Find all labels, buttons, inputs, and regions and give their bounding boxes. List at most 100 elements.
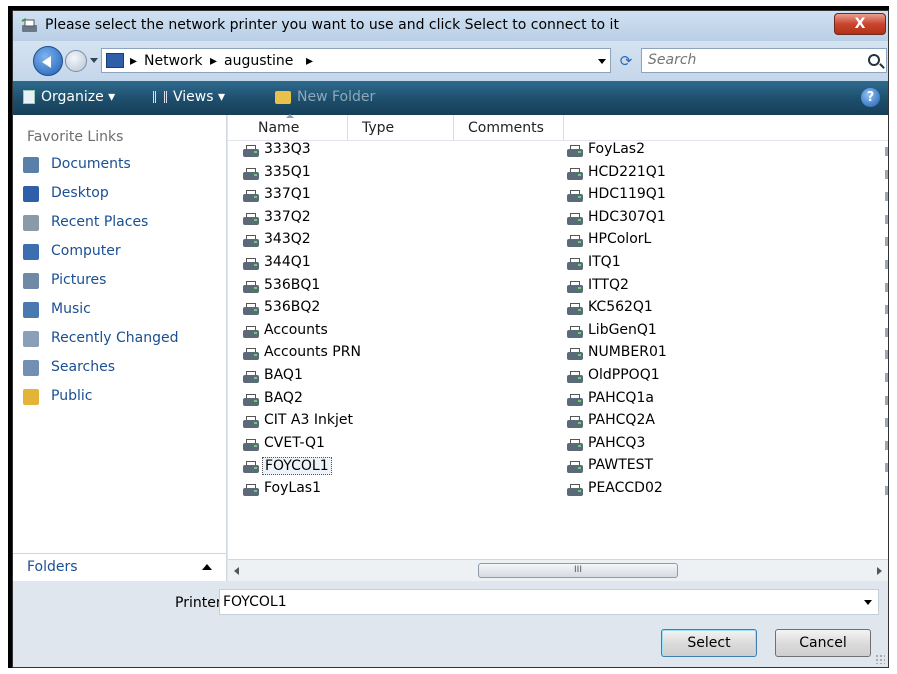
printer-icon	[242, 371, 260, 384]
column-comments[interactable]: Comments	[454, 115, 564, 141]
chevron-down-icon[interactable]	[864, 600, 872, 609]
printer-list-item[interactable]: LibGenQ1	[566, 322, 866, 344]
resize-grip-icon[interactable]	[875, 654, 885, 664]
scrollbar-thumb[interactable]: III	[478, 563, 678, 578]
nav-item-label: Searches	[51, 359, 116, 375]
printer-list-item[interactable]: BAQ1	[242, 367, 542, 389]
printer-list-item[interactable]: KC562Q1	[566, 299, 866, 321]
sort-ascending-icon	[286, 114, 294, 118]
printer-icon	[566, 438, 584, 452]
breadcrumb-separator: ▸	[306, 53, 314, 69]
printer-list-item[interactable]: CIT A3 Inkjet	[242, 412, 542, 434]
printer-list-item[interactable]: 536BQ2	[242, 299, 542, 321]
printer-list-item[interactable]: BAQ2	[242, 390, 542, 412]
views-button[interactable]: Views ▾	[153, 89, 225, 105]
help-icon[interactable]: ?	[861, 88, 880, 107]
printer-icon	[242, 280, 260, 294]
printer-list-item[interactable]: 536BQ1	[242, 277, 542, 299]
views-label: Views	[173, 89, 214, 105]
nav-item-desktop[interactable]: Desktop	[23, 184, 223, 206]
printer-list-item[interactable]: PAHCQ3	[566, 435, 866, 457]
printer-input[interactable]	[223, 594, 823, 610]
printer-icon	[566, 303, 584, 316]
printer-list-item[interactable]: 337Q1	[242, 186, 542, 208]
printer-list-item[interactable]: 343Q2	[242, 231, 542, 253]
column-label: Type	[362, 120, 395, 136]
title-bar: Please select the network printer you wa…	[13, 11, 888, 41]
printer-list-item[interactable]: 335Q1	[242, 164, 542, 186]
printer-list-item[interactable]: OldPPOQ1	[566, 367, 866, 389]
printer-icon	[242, 258, 260, 271]
select-button[interactable]: Select	[661, 629, 757, 657]
printer-field-label: Printer	[175, 595, 222, 611]
recent-pages-dropdown-icon[interactable]	[90, 58, 98, 67]
column-type[interactable]: Type	[348, 115, 454, 141]
printer-combobox[interactable]	[219, 589, 879, 615]
printer-name: PAHCQ3	[588, 434, 646, 451]
search-input[interactable]	[648, 52, 848, 68]
truncated-item-marker	[885, 237, 888, 247]
nav-item-public[interactable]: Public	[23, 387, 223, 409]
printer-name: 536BQ1	[264, 276, 321, 293]
truncated-item-marker	[885, 373, 888, 382]
truncated-item-marker	[885, 282, 888, 292]
nav-item-music[interactable]: Music	[23, 300, 223, 322]
back-button[interactable]	[33, 46, 63, 76]
chevron-up-icon	[202, 564, 212, 570]
printer-list-item[interactable]: HPColorL	[566, 231, 866, 253]
scroll-left-icon[interactable]	[234, 567, 239, 575]
scroll-right-icon[interactable]	[877, 567, 882, 575]
printer-list-item[interactable]: ITTQ2	[566, 277, 866, 299]
printer-list-item[interactable]: PEACCD02	[566, 480, 866, 502]
printer-list-item[interactable]: FOYCOL1	[242, 457, 542, 479]
printer-icon	[242, 235, 260, 248]
printer-list-item[interactable]: CVET-Q1	[242, 435, 542, 457]
printer-list-item[interactable]: 333Q3	[242, 141, 542, 163]
printer-list-item[interactable]: NUMBER01	[566, 344, 866, 366]
printer-icon	[566, 416, 584, 429]
nav-item-documents[interactable]: Documents	[23, 155, 223, 177]
printer-icon	[566, 461, 584, 474]
printer-name: 337Q2	[264, 208, 311, 225]
refresh-icon[interactable]: ⟳	[615, 50, 637, 72]
forward-button[interactable]	[65, 50, 87, 72]
printer-list-item[interactable]: Accounts PRN	[242, 344, 542, 366]
printer-name: HDC119Q1	[588, 186, 666, 203]
printer-icon	[566, 371, 584, 384]
printer-list-item[interactable]: Accounts	[242, 322, 542, 344]
nav-item-pictures[interactable]: Pictures	[23, 271, 223, 293]
printer-list-item[interactable]: FoyLas2	[566, 141, 866, 163]
new-folder-label: New Folder	[297, 89, 376, 105]
printer-list-item[interactable]: PAWTEST	[566, 457, 866, 479]
search-icon[interactable]	[868, 54, 880, 66]
close-button[interactable]: X	[834, 13, 886, 35]
breadcrumb-augustine[interactable]: augustine	[224, 53, 293, 69]
column-name[interactable]: Name	[244, 114, 348, 141]
folders-toggle[interactable]: Folders	[13, 553, 227, 581]
printer-list-item[interactable]: PAHCQ2A	[566, 412, 866, 434]
printer-list-item[interactable]: HCD221Q1	[566, 164, 866, 186]
printer-list-item[interactable]: HDC119Q1	[566, 186, 866, 208]
printer-icon	[566, 190, 584, 203]
address-dropdown-icon[interactable]	[598, 59, 606, 68]
printer-list-item[interactable]: FoyLas1	[242, 480, 542, 502]
printer-list-item[interactable]: PAHCQ1a	[566, 390, 866, 412]
breadcrumb-network[interactable]: Network	[144, 53, 202, 69]
new-folder-button[interactable]: New Folder	[275, 89, 375, 105]
address-bar[interactable]: ▸ Network ▸ augustine ▸	[101, 48, 611, 73]
printer-list-item[interactable]: ITQ1	[566, 254, 866, 276]
nav-item-recently-changed[interactable]: Recently Changed	[23, 329, 223, 351]
printer-list-item[interactable]: HDC307Q1	[566, 209, 866, 231]
nav-item-recent-places[interactable]: Recent Places	[23, 213, 223, 235]
search-box[interactable]	[641, 48, 887, 73]
printer-list-item[interactable]: 337Q2	[242, 209, 542, 231]
nav-item-computer[interactable]: Computer	[23, 242, 223, 264]
organize-button[interactable]: Organize ▾	[23, 89, 115, 105]
file-list-pane: Name Type Comments 333Q3 335Q1 337Q1 337Q2 3…	[228, 114, 888, 581]
column-label: Name	[258, 120, 300, 136]
printer-list-item[interactable]: 344Q1	[242, 254, 542, 276]
truncated-item-marker	[885, 147, 888, 156]
cancel-button[interactable]: Cancel	[775, 629, 871, 657]
nav-item-searches[interactable]: Searches	[23, 358, 223, 380]
horizontal-scrollbar[interactable]: III	[228, 559, 888, 581]
